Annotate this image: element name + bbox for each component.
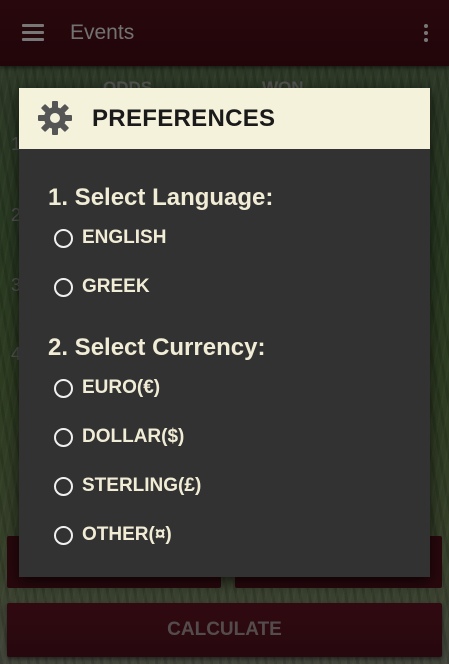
currency-option-sterling[interactable]: STERLING(£) — [54, 473, 201, 499]
currency-option-other[interactable]: OTHER(¤) — [54, 522, 172, 548]
radio-label: STERLING(£) — [82, 475, 202, 496]
dialog-header: PREFERENCES — [19, 88, 430, 149]
radio-label: DOLLAR($) — [82, 426, 185, 447]
currency-heading: 2. Select Currency: — [48, 334, 266, 361]
radio-label: EURO(€) — [82, 377, 161, 398]
radio-button[interactable] — [54, 476, 73, 496]
currency-option-dollar[interactable]: DOLLAR($) — [54, 424, 184, 450]
preferences-dialog: PREFERENCES 1. Select Language: ENGLISH … — [19, 88, 430, 577]
currency-option-euro[interactable]: EURO(€) — [54, 375, 160, 401]
radio-label: ENGLISH — [82, 227, 167, 248]
radio-button[interactable] — [54, 228, 73, 248]
radio-button[interactable] — [54, 378, 73, 398]
radio-button[interactable] — [54, 427, 73, 447]
radio-button[interactable] — [54, 277, 73, 297]
radio-label: OTHER(¤) — [82, 524, 172, 545]
radio-button[interactable] — [54, 525, 73, 545]
dialog-title: PREFERENCES — [92, 105, 276, 132]
language-option-greek[interactable]: GREEK — [54, 274, 150, 300]
language-option-english[interactable]: ENGLISH — [54, 225, 166, 251]
language-heading: 1. Select Language: — [48, 184, 274, 211]
radio-label: GREEK — [82, 276, 150, 297]
gear-icon — [38, 101, 72, 135]
